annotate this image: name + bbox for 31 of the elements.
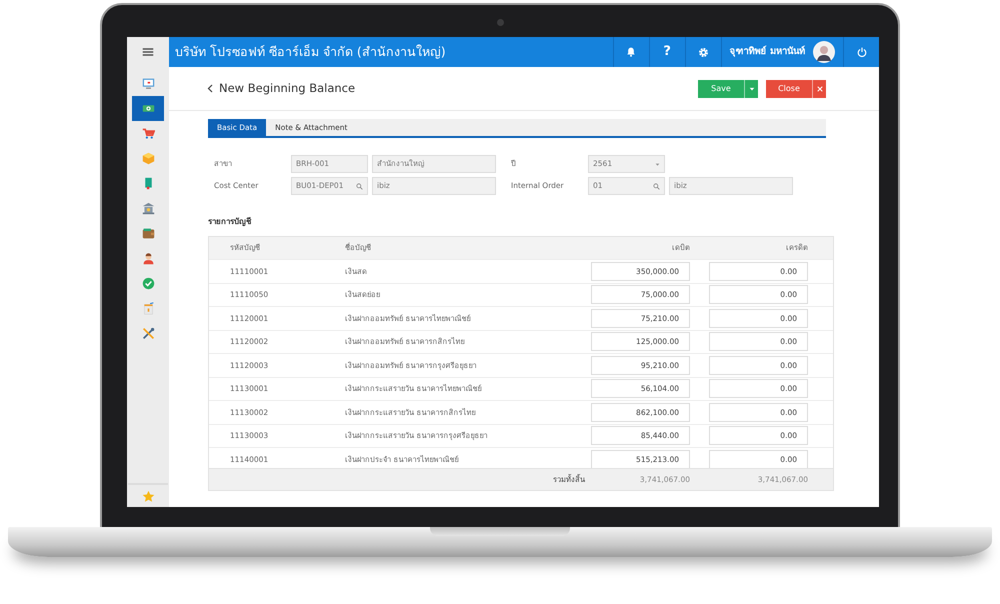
save-options-button[interactable] bbox=[744, 80, 758, 98]
close-icon bbox=[816, 86, 822, 92]
menu-icon bbox=[142, 46, 154, 58]
cart-icon bbox=[142, 127, 154, 140]
monitor-icon bbox=[142, 77, 154, 90]
check-icon bbox=[142, 277, 154, 290]
help-button[interactable]: ? bbox=[648, 37, 685, 67]
search-icon bbox=[356, 182, 363, 190]
menu-button[interactable] bbox=[127, 37, 169, 67]
sidebar-item[interactable] bbox=[132, 96, 164, 121]
close-button[interactable]: Close bbox=[766, 80, 812, 98]
webcam-dot bbox=[497, 19, 504, 26]
company-title: บริษัท โปรซอฟท์ ซีอาร์เอ็ม จำกัด (สำนักงานใหญ่) bbox=[174, 42, 447, 61]
box-icon bbox=[142, 152, 154, 165]
bell-icon bbox=[626, 47, 636, 57]
calendar-icon bbox=[142, 302, 154, 315]
section-title: รายการบัญชี bbox=[208, 216, 252, 228]
page-title: New Beginning Balance bbox=[219, 80, 356, 97]
power-icon bbox=[856, 47, 866, 57]
wallet-icon bbox=[142, 227, 154, 240]
close-x-button[interactable] bbox=[812, 80, 826, 98]
back-icon[interactable] bbox=[207, 84, 213, 93]
caret-icon bbox=[748, 86, 754, 92]
caret-icon bbox=[655, 162, 660, 166]
avatar[interactable] bbox=[813, 41, 835, 63]
settings-icon bbox=[698, 46, 709, 58]
star-icon bbox=[142, 490, 154, 502]
search-icon bbox=[653, 182, 660, 190]
tools-icon bbox=[142, 327, 154, 340]
person-icon bbox=[142, 252, 154, 265]
bank-icon bbox=[142, 202, 154, 215]
